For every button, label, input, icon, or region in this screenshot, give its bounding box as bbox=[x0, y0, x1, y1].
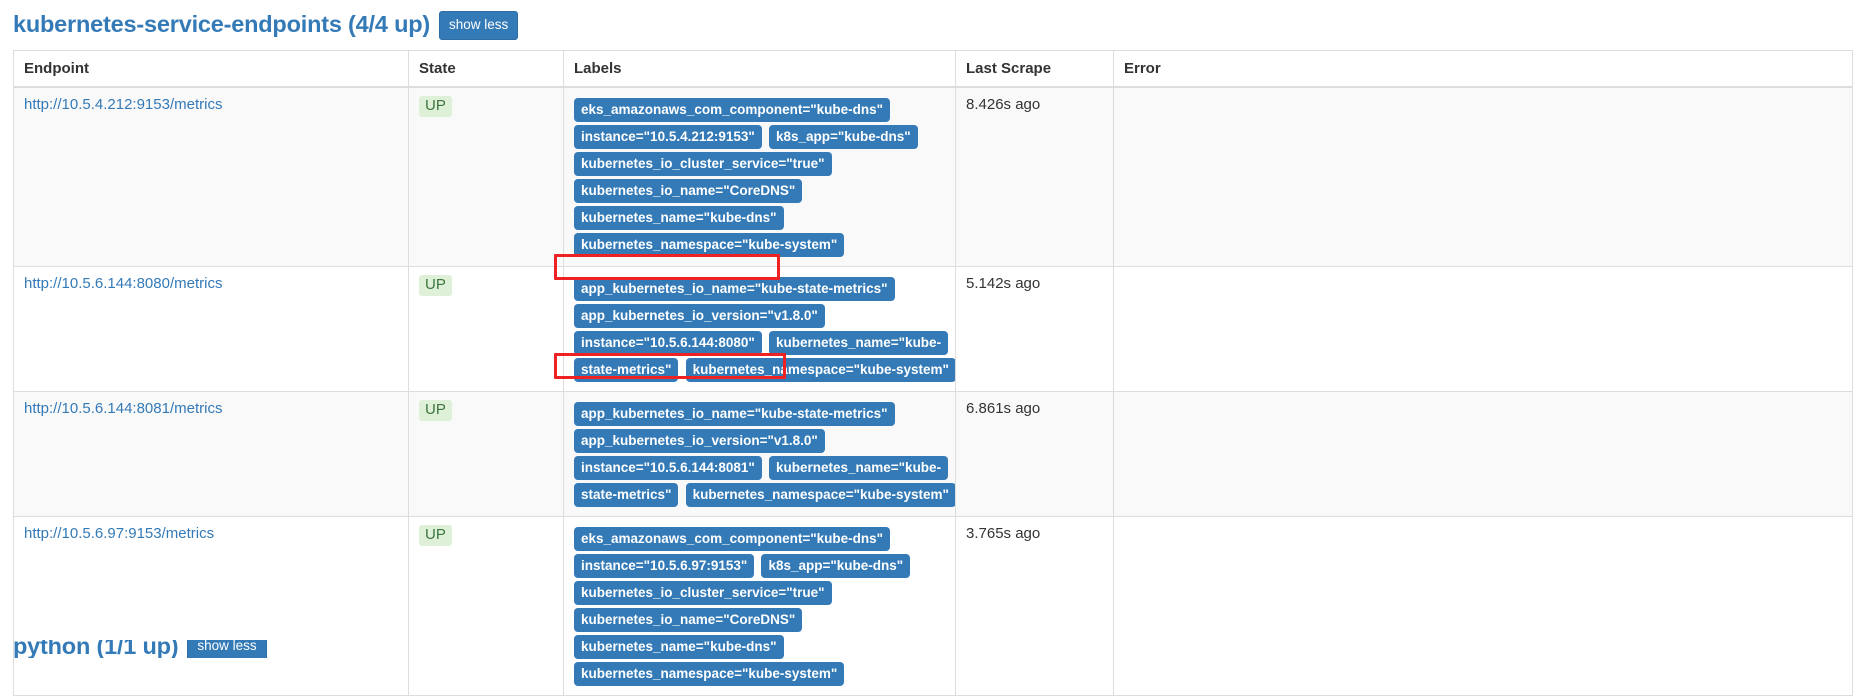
status-badge: UP bbox=[419, 399, 452, 421]
labels-cell: app_kubernetes_io_name="kube-state-metri… bbox=[563, 391, 956, 517]
error-cell bbox=[1113, 516, 1853, 696]
targets-table: Endpoint State Labels Last Scrape Error … bbox=[13, 49, 1853, 696]
labels-cell: app_kubernetes_io_name="kube-state-metri… bbox=[563, 266, 956, 392]
last-scrape-value: 8.426s ago bbox=[966, 95, 1041, 113]
endpoint-cell: http://10.5.6.97:9153/metrics bbox=[13, 516, 409, 696]
endpoint-cell: http://10.5.4.212:9153/metrics bbox=[13, 86, 409, 267]
label-chip: kubernetes_namespace="kube-system" bbox=[685, 482, 955, 507]
label-chip: kubernetes_io_name="CoreDNS" bbox=[574, 178, 803, 203]
label-chip-list: eks_amazonaws_com_component="kube-dns" i… bbox=[574, 96, 955, 258]
next-section-clipped: python (1/1 up) show less bbox=[0, 640, 1865, 658]
last-scrape-cell: 8.426s ago bbox=[955, 86, 1114, 267]
label-chip: app_kubernetes_io_version="v1.8.0" bbox=[574, 303, 825, 328]
targets-page: kubernetes-service-endpoints (4/4 up) sh… bbox=[0, 0, 1865, 696]
table-row: http://10.5.6.144:8081/metrics UP app_kube… bbox=[13, 391, 1853, 517]
table-body: http://10.5.4.212:9153/metrics UP eks_amaz… bbox=[13, 86, 1853, 696]
label-chip: instance="10.5.6.144:8080" bbox=[574, 330, 762, 355]
label-chip: kubernetes_io_cluster_service="true" bbox=[574, 151, 832, 176]
label-chip: eks_amazonaws_com_component="kube-dns" bbox=[574, 526, 891, 551]
endpoint-cell: http://10.5.6.144:8080/metrics bbox=[13, 266, 409, 392]
label-chip: kubernetes_io_name="CoreDNS" bbox=[574, 607, 803, 632]
column-header-state: State bbox=[408, 50, 564, 88]
last-scrape-value: 5.142s ago bbox=[966, 274, 1041, 292]
label-chip: eks_amazonaws_com_component="kube-dns" bbox=[574, 97, 891, 122]
label-chip: instance="10.5.6.144:8081" bbox=[574, 455, 762, 480]
state-cell: UP bbox=[408, 391, 564, 517]
page-title: kubernetes-service-endpoints (4/4 up) bbox=[13, 11, 431, 38]
last-scrape-cell: 5.142s ago bbox=[955, 266, 1114, 392]
label-chip-list: eks_amazonaws_com_component="kube-dns" i… bbox=[574, 525, 955, 687]
status-badge: UP bbox=[419, 524, 452, 546]
label-chip: instance="10.5.6.97:9153" bbox=[574, 553, 755, 578]
last-scrape-cell: 3.765s ago bbox=[955, 516, 1114, 696]
error-cell bbox=[1113, 391, 1853, 517]
targets-table-container: Endpoint State Labels Last Scrape Error … bbox=[0, 49, 1865, 696]
table-row: http://10.5.6.97:9153/metrics UP eks_amazo… bbox=[13, 516, 1853, 696]
labels-cell: eks_amazonaws_com_component="kube-dns" i… bbox=[563, 86, 956, 267]
last-scrape-value: 6.861s ago bbox=[966, 399, 1041, 417]
label-chip: k8s_app="kube-dns" bbox=[761, 553, 911, 578]
status-badge: UP bbox=[419, 274, 452, 296]
column-header-endpoint: Endpoint bbox=[13, 50, 409, 88]
next-section-title: python (1/1 up) bbox=[13, 640, 179, 658]
labels-cell: eks_amazonaws_com_component="kube-dns" i… bbox=[563, 516, 956, 696]
table-row: http://10.5.6.144:8080/metrics UP app_kube… bbox=[13, 266, 1853, 392]
label-chip-list: app_kubernetes_io_name="kube-state-metri… bbox=[574, 275, 955, 383]
endpoint-link[interactable]: http://10.5.6.144:8080/metrics bbox=[24, 275, 222, 292]
label-chip: kubernetes_io_cluster_service="true" bbox=[574, 580, 832, 605]
next-section-show-less-button[interactable]: show less bbox=[187, 640, 267, 658]
label-chip-list: app_kubernetes_io_name="kube-state-metri… bbox=[574, 400, 955, 508]
label-chip: kubernetes_namespace="kube-system" bbox=[574, 661, 845, 686]
table-row: http://10.5.4.212:9153/metrics UP eks_amaz… bbox=[13, 86, 1853, 267]
label-chip: instance="10.5.4.212:9153" bbox=[574, 124, 762, 149]
endpoint-link[interactable]: http://10.5.6.97:9153/metrics bbox=[24, 525, 214, 542]
label-chip: kubernetes_name="kube-dns" bbox=[574, 205, 784, 230]
state-cell: UP bbox=[408, 86, 564, 267]
last-scrape-cell: 6.861s ago bbox=[955, 391, 1114, 517]
show-less-button[interactable]: show less bbox=[439, 11, 519, 40]
error-cell bbox=[1113, 86, 1853, 267]
label-chip: app_kubernetes_io_version="v1.8.0" bbox=[574, 428, 825, 453]
label-chip: k8s_app="kube-dns" bbox=[768, 124, 918, 149]
endpoint-link[interactable]: http://10.5.4.212:9153/metrics bbox=[24, 96, 222, 113]
endpoint-cell: http://10.5.6.144:8081/metrics bbox=[13, 391, 409, 517]
state-cell: UP bbox=[408, 516, 564, 696]
endpoint-link[interactable]: http://10.5.6.144:8081/metrics bbox=[24, 400, 222, 417]
last-scrape-value: 3.765s ago bbox=[966, 524, 1041, 542]
column-header-error: Error bbox=[1113, 50, 1853, 88]
column-header-last-scrape: Last Scrape bbox=[955, 50, 1114, 88]
status-badge: UP bbox=[419, 95, 452, 117]
table-header-row: Endpoint State Labels Last Scrape Error bbox=[13, 50, 1853, 88]
label-chip: kubernetes_namespace="kube-system" bbox=[574, 232, 845, 257]
label-chip: kubernetes_namespace="kube-system" bbox=[685, 357, 955, 382]
error-cell bbox=[1113, 266, 1853, 392]
section-header: kubernetes-service-endpoints (4/4 up) sh… bbox=[0, 0, 1865, 50]
label-chip: app_kubernetes_io_name="kube-state-metri… bbox=[574, 401, 895, 426]
state-cell: UP bbox=[408, 266, 564, 392]
label-chip: app_kubernetes_io_name="kube-state-metri… bbox=[574, 276, 895, 301]
column-header-labels: Labels bbox=[563, 50, 956, 88]
